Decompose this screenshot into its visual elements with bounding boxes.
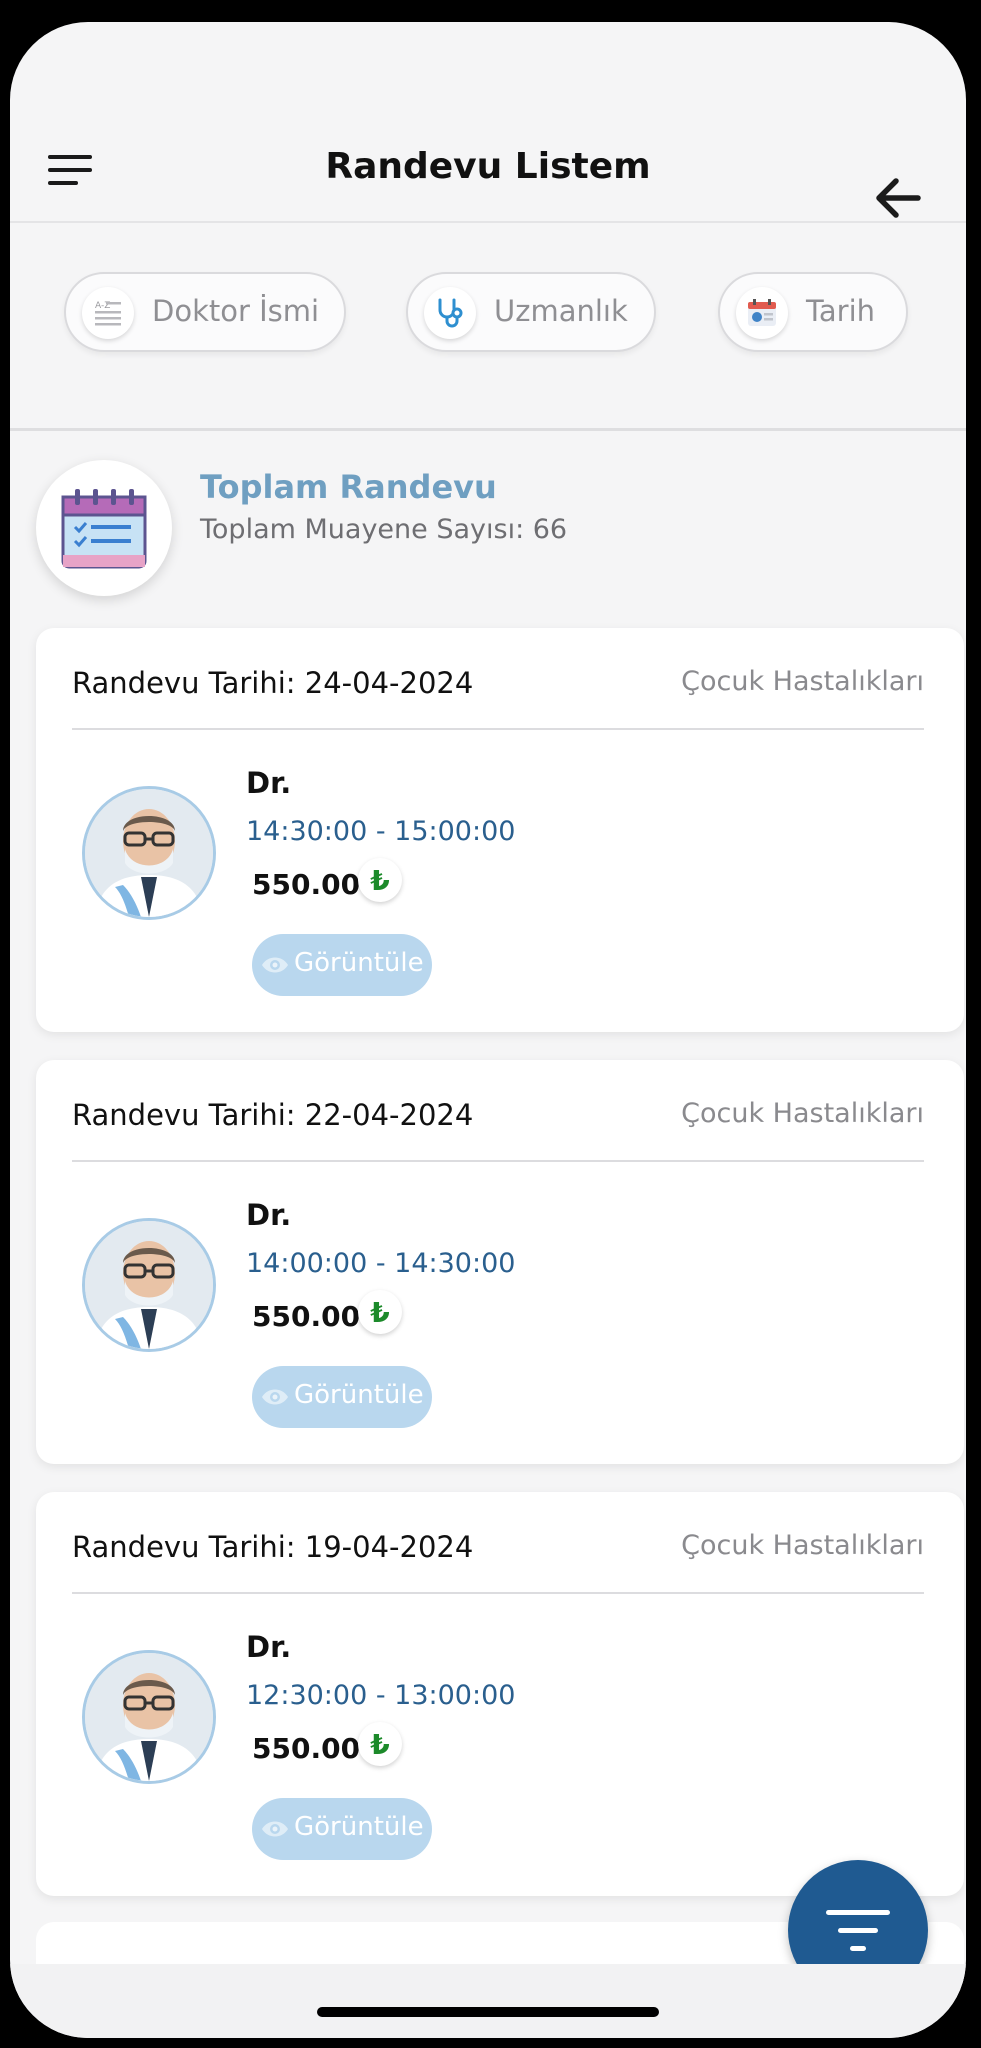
view-button-label: Görüntüle [294,1812,424,1842]
eye-icon [262,957,288,973]
appointment-card[interactable]: Randevu Tarihi: 19-04-2024 Çocuk Hastalı… [36,1492,964,1896]
filter-date-button[interactable]: Tarih [718,272,908,352]
doctor-avatar [82,786,216,920]
doctor-name: Dr. [246,766,292,800]
page-title: Randevu Listem [325,146,651,187]
doctor-avatar [82,1218,216,1352]
appointment-card[interactable]: Randevu Tarihi: 22-04-2024 Çocuk Hastalı… [36,1060,964,1464]
appointment-price: 550.00 [252,1300,361,1333]
turkish-lira-icon: ₺ [358,858,402,902]
turkish-lira-icon: ₺ [358,1722,402,1766]
view-button[interactable]: Görüntüle [252,1798,432,1860]
bottom-safe-area [10,1964,966,2038]
card-divider [72,1160,924,1162]
back-arrow-icon[interactable] [872,172,924,224]
view-button[interactable]: Görüntüle [252,934,432,996]
filter-specialty-button[interactable]: Uzmanlık [406,272,656,352]
filter-date-label: Tarih [806,294,876,328]
card-divider [72,1592,924,1594]
filter-doctor-name-button[interactable]: A-Z Doktor İsmi [64,272,346,352]
appointment-date: Randevu Tarihi: 24-04-2024 [72,666,474,700]
view-button-label: Görüntüle [294,948,424,978]
appointment-specialty: Çocuk Hastalıkları [681,1530,924,1561]
calendar-checklist-icon [36,460,172,596]
filter-divider [10,428,966,431]
view-button-label: Görüntüle [294,1380,424,1410]
view-button[interactable]: Görüntüle [252,1366,432,1428]
summary-subtitle: Toplam Muayene Sayısı: 66 [200,514,568,545]
header-divider [10,221,966,223]
appointment-specialty: Çocuk Hastalıkları [681,1098,924,1129]
calendar-clock-icon [736,287,788,339]
doctor-avatar [82,1650,216,1784]
doctor-name: Dr. [246,1198,292,1232]
appointment-card[interactable]: Randevu Tarihi: 24-04-2024 Çocuk Hastalı… [36,628,964,1032]
filter-doctor-name-label: Doktor İsmi [152,294,320,328]
stethoscope-icon [424,287,476,339]
document-list-icon: A-Z [82,287,134,339]
turkish-lira-icon: ₺ [358,1290,402,1334]
appointment-time: 12:30:00 - 13:00:00 [246,1680,516,1711]
filter-specialty-label: Uzmanlık [494,294,628,328]
appointment-date: Randevu Tarihi: 19-04-2024 [72,1530,474,1564]
eye-icon [262,1389,288,1405]
appointment-price: 550.00 [252,868,361,901]
appointment-price: 550.00 [252,1732,361,1765]
card-divider [72,728,924,730]
summary-title: Toplam Randevu [200,468,497,506]
appointment-time: 14:00:00 - 14:30:00 [246,1248,516,1279]
appointment-date: Randevu Tarihi: 22-04-2024 [72,1098,474,1132]
doctor-name: Dr. [246,1630,292,1664]
home-indicator[interactable] [317,2007,659,2017]
appointment-time: 14:30:00 - 15:00:00 [246,816,516,847]
app-header: Randevu Listem [10,22,966,222]
appointment-specialty: Çocuk Hastalıkları [681,666,924,697]
filter-icon [826,1910,890,1915]
phone-screen: Randevu Listem A-Z Doktor İsmi Uzmanlık … [10,22,966,2038]
eye-icon [262,1821,288,1837]
